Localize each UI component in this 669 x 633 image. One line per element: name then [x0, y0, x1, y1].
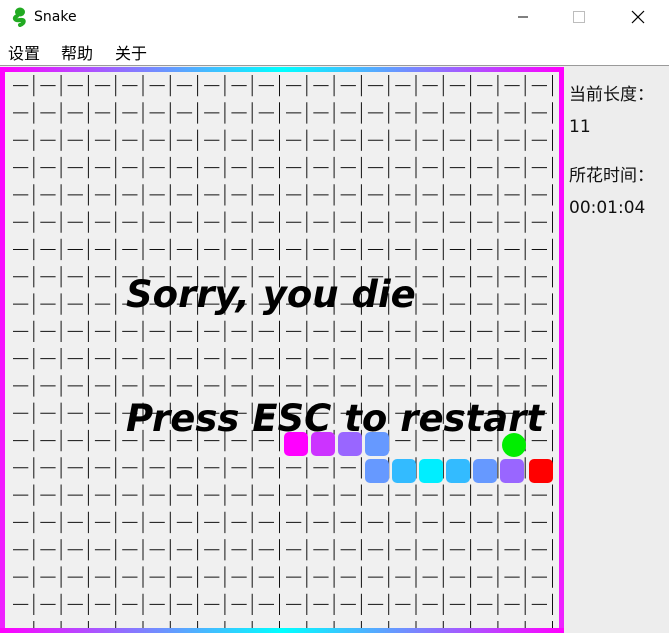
- time-value: 00:01:04: [569, 198, 646, 218]
- minimize-button[interactable]: [500, 0, 546, 34]
- snake-segment: [365, 459, 389, 483]
- snake-segment: [419, 459, 443, 483]
- length-value: 11: [569, 117, 591, 137]
- snake-segment: [446, 459, 470, 483]
- restart-message: Press ESC to restart: [126, 397, 545, 440]
- death-message: Sorry, you die: [126, 273, 416, 316]
- game-board[interactable]: Sorry, you die Press ESC to restart: [0, 67, 564, 633]
- maximize-icon: [573, 11, 585, 23]
- menu-bar: 设置 帮助 关于: [0, 34, 669, 66]
- close-button[interactable]: [615, 0, 661, 34]
- minimize-icon: [518, 16, 528, 18]
- menu-help[interactable]: 帮助: [61, 40, 93, 64]
- snake-head: [529, 459, 553, 483]
- stats-panel: 当前长度： 11 所花时间： 00:01:04: [569, 82, 654, 221]
- window-title: Snake: [34, 9, 77, 25]
- maximize-button[interactable]: [556, 0, 602, 34]
- time-label: 所花时间：: [569, 166, 654, 186]
- menu-settings[interactable]: 设置: [8, 40, 40, 64]
- snake-segment: [392, 459, 416, 483]
- menu-about[interactable]: 关于: [115, 40, 147, 64]
- length-label: 当前长度：: [569, 85, 654, 105]
- snake-segment: [473, 459, 497, 483]
- close-icon: [631, 10, 645, 24]
- title-bar: Snake: [0, 0, 669, 34]
- snake-app-icon: [12, 7, 26, 27]
- snake-segment: [500, 459, 524, 483]
